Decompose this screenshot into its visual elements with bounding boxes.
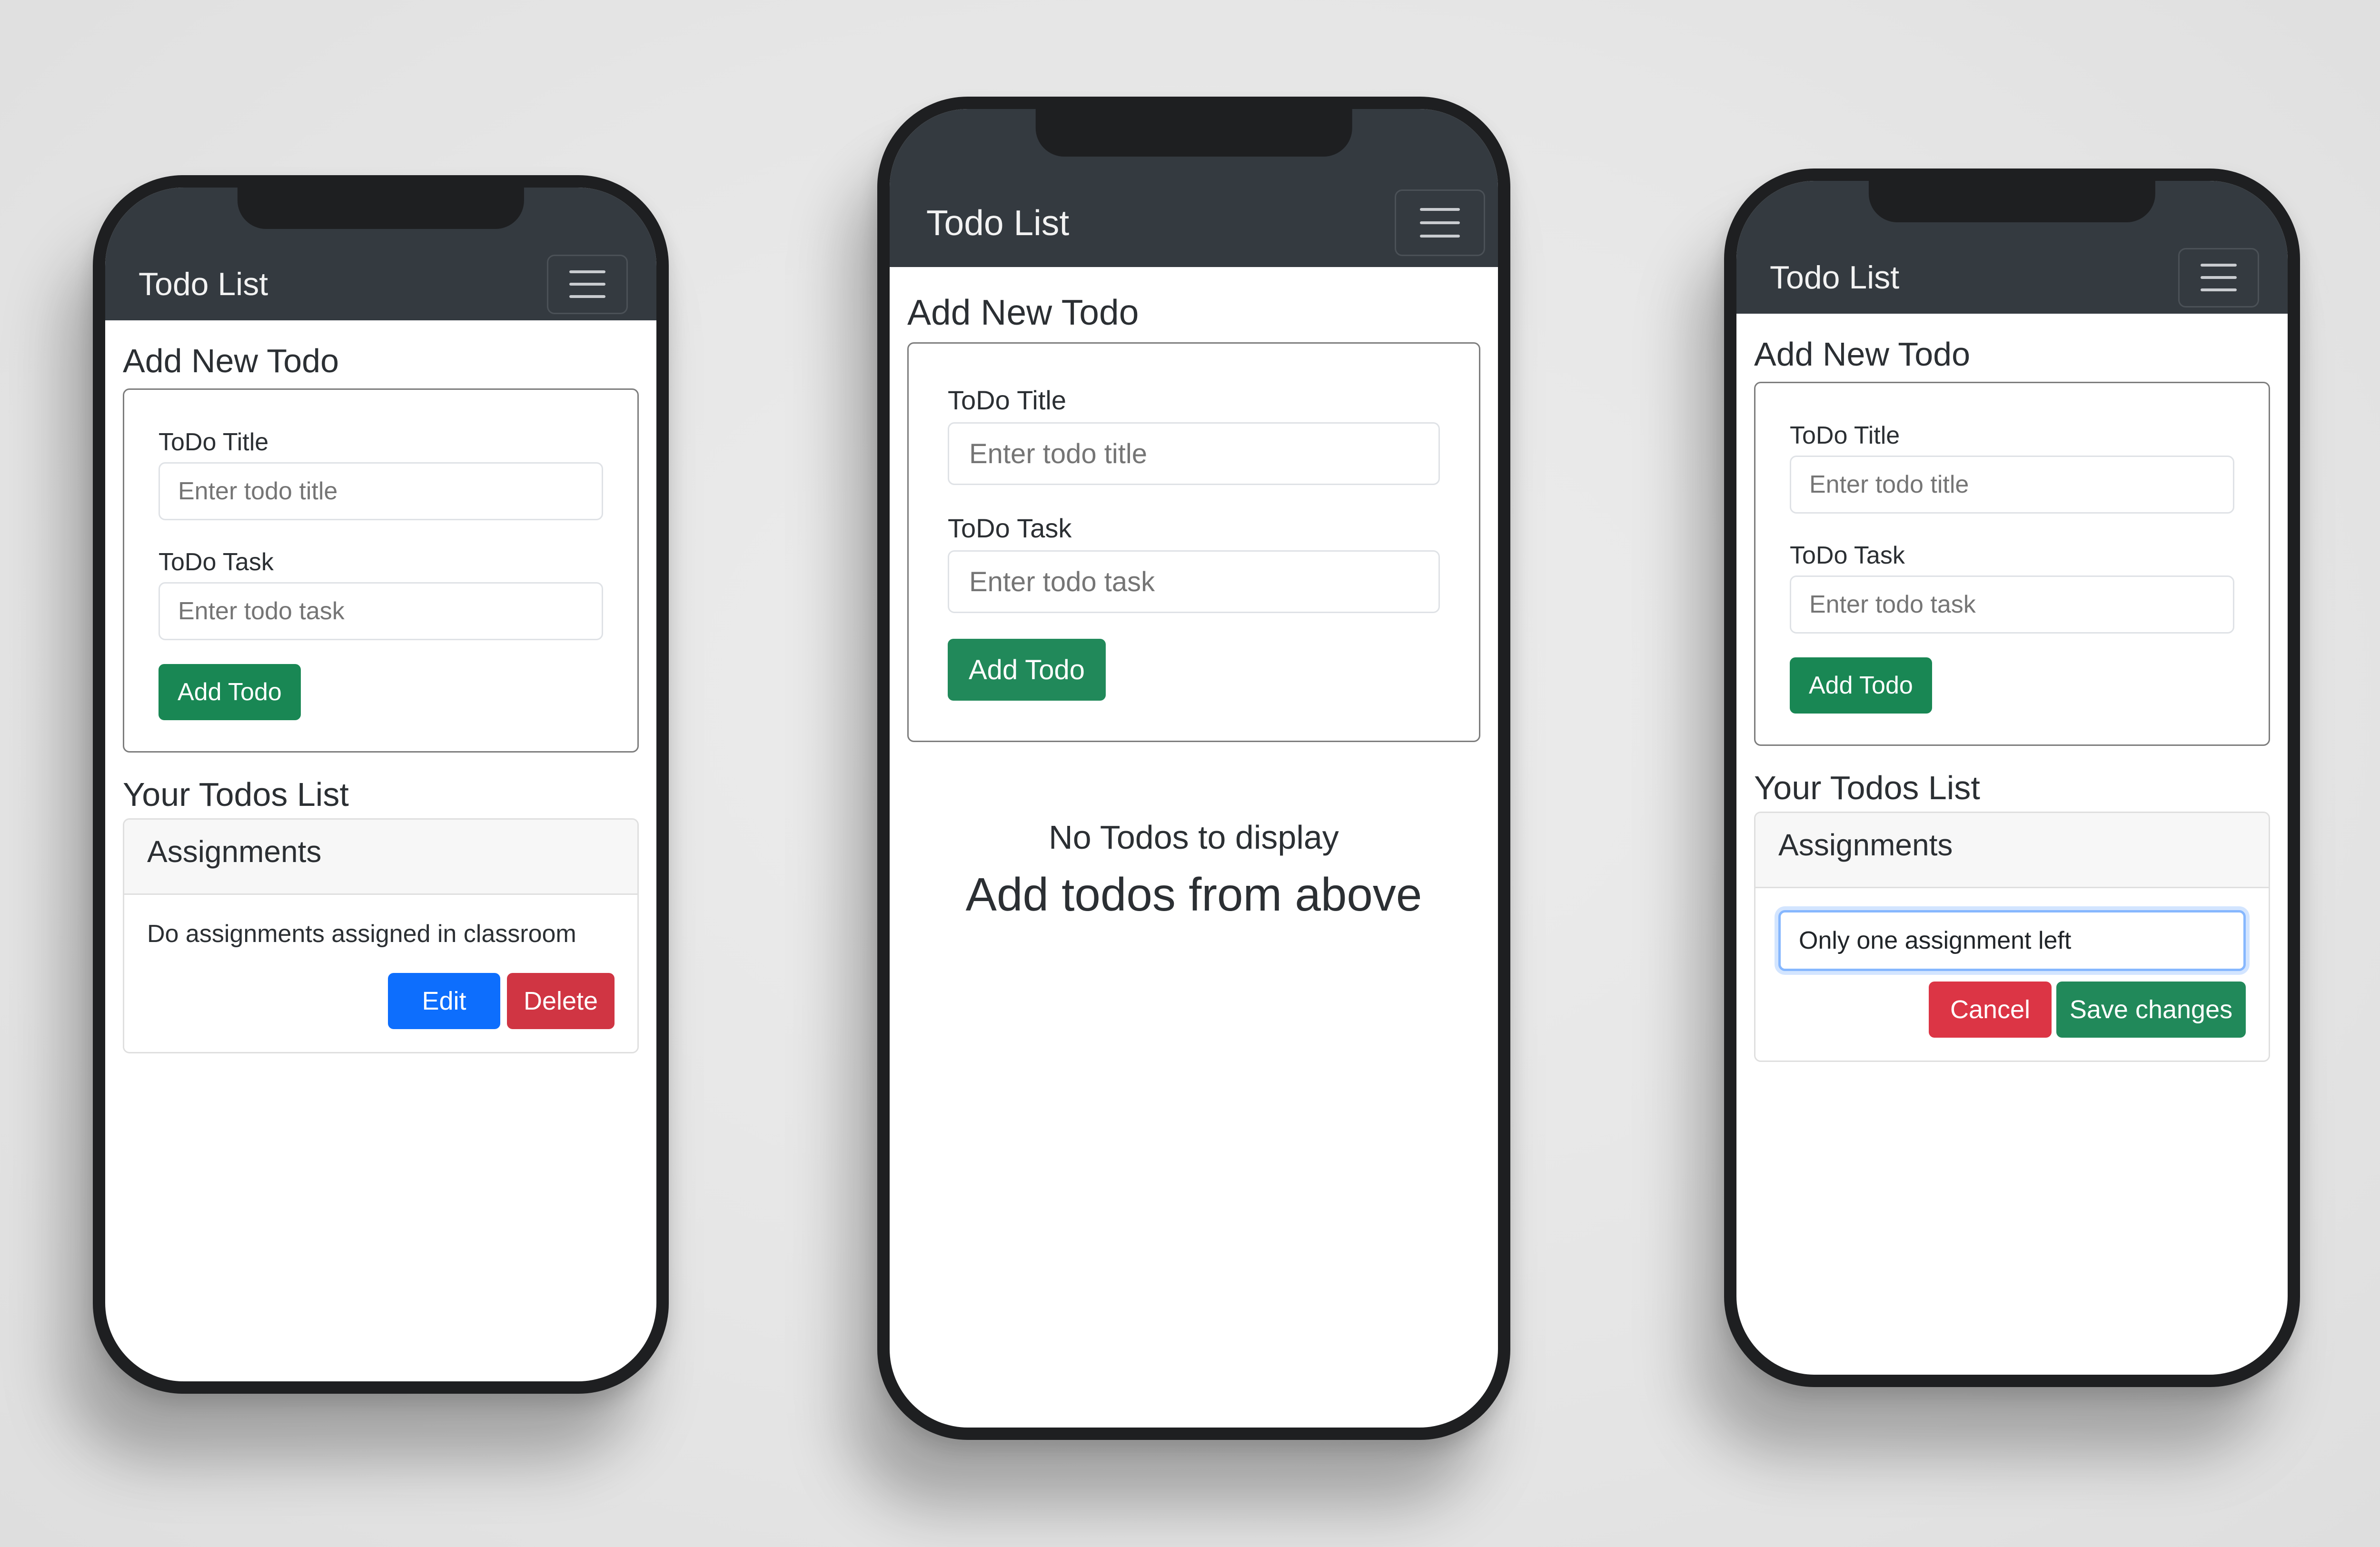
empty-state-hint: Add todos from above — [965, 868, 1422, 921]
navbar-brand[interactable]: Todo List — [926, 202, 1069, 243]
empty-state-message: No Todos to display — [1049, 819, 1339, 856]
hamburger-icon-bar — [2201, 288, 2237, 291]
hamburger-icon — [2201, 264, 2237, 267]
hamburger-icon-bar — [1420, 235, 1460, 238]
phone-right-screen: Todo List Add New Todo ToDo Title ToDo T… — [1736, 181, 2288, 1375]
title-label: ToDo Title — [1790, 422, 1900, 449]
todo-actions: Edit Delete — [147, 973, 615, 1029]
navbar: Todo List — [1736, 241, 2288, 314]
navbar-brand[interactable]: Todo List — [139, 266, 268, 303]
task-input[interactable] — [159, 582, 603, 640]
todo-title: Assignments — [124, 820, 637, 895]
main-content: Add New Todo ToDo Title ToDo Task Add To… — [890, 267, 1498, 922]
task-label: ToDo Task — [948, 513, 1072, 543]
main-content: Add New Todo ToDo Title ToDo Task Add To… — [105, 320, 656, 1053]
add-todo-heading: Add New Todo — [123, 342, 339, 379]
task-input[interactable] — [1790, 575, 2234, 634]
add-todo-heading: Add New Todo — [907, 292, 1139, 332]
add-todo-form: ToDo Title ToDo Task Add Todo — [1754, 382, 2270, 746]
title-input[interactable] — [948, 422, 1440, 485]
navbar: Todo List — [105, 248, 656, 320]
navbar-toggler[interactable] — [1395, 189, 1485, 256]
hamburger-icon-bar — [2201, 276, 2237, 279]
edit-button[interactable]: Edit — [388, 973, 500, 1029]
add-todo-button[interactable]: Add Todo — [948, 639, 1106, 701]
task-input[interactable] — [948, 550, 1440, 613]
title-label: ToDo Title — [159, 428, 269, 456]
todo-task-text: Do assignments assigned in classroom — [147, 920, 576, 948]
phone-notch — [1868, 181, 2156, 222]
add-todo-form: ToDo Title ToDo Task Add Todo — [907, 342, 1480, 742]
hamburger-icon-bar — [569, 295, 605, 298]
edit-actions: Cancel Save changes — [1778, 982, 2246, 1038]
status-bar — [1736, 181, 2288, 241]
phone-left: Todo List Add New Todo ToDo Title ToDo T… — [93, 175, 669, 1394]
navbar-brand[interactable]: Todo List — [1770, 259, 1899, 296]
todo-card: Assignments Cancel Save changes — [1754, 812, 2270, 1062]
add-todo-button[interactable]: Add Todo — [159, 664, 301, 720]
hamburger-icon-bar — [1420, 221, 1460, 224]
todo-edit-body: Cancel Save changes — [1755, 888, 2269, 1061]
navbar-toggler[interactable] — [547, 254, 628, 314]
task-label: ToDo Task — [1790, 542, 1905, 569]
phone-left-screen: Todo List Add New Todo ToDo Title ToDo T… — [105, 188, 656, 1381]
todos-list-heading: Your Todos List — [123, 776, 349, 813]
todo-body: Do assignments assigned in classroom Edi… — [124, 895, 637, 1052]
phone-notch — [237, 188, 525, 229]
navbar: Todo List — [890, 178, 1498, 267]
navbar-toggler[interactable] — [2178, 248, 2259, 307]
title-input[interactable] — [159, 462, 603, 520]
phone-right: Todo List Add New Todo ToDo Title ToDo T… — [1724, 169, 2300, 1387]
hamburger-icon-bar — [569, 283, 605, 286]
empty-state: No Todos to display Add todos from above — [907, 818, 1480, 922]
title-input[interactable] — [1790, 456, 2234, 514]
phone-center: Todo List Add New Todo ToDo Title ToDo T… — [877, 97, 1510, 1440]
status-bar — [890, 109, 1498, 178]
add-todo-form: ToDo Title ToDo Task Add Todo — [123, 388, 639, 753]
todo-card: Assignments Do assignments assigned in c… — [123, 818, 639, 1053]
main-content: Add New Todo ToDo Title ToDo Task Add To… — [1736, 314, 2288, 1062]
edit-task-input[interactable] — [1778, 910, 2246, 971]
status-bar — [105, 188, 656, 248]
delete-button[interactable]: Delete — [507, 973, 615, 1029]
todos-list-heading: Your Todos List — [1754, 769, 1980, 806]
add-todo-button[interactable]: Add Todo — [1790, 657, 1932, 714]
phone-notch — [1035, 109, 1352, 157]
task-label: ToDo Task — [159, 548, 274, 576]
hamburger-icon — [569, 270, 605, 273]
add-todo-heading: Add New Todo — [1754, 336, 1971, 373]
save-changes-button[interactable]: Save changes — [2056, 982, 2246, 1038]
cancel-button[interactable]: Cancel — [1929, 982, 2052, 1038]
todo-title: Assignments — [1755, 813, 2269, 888]
title-label: ToDo Title — [948, 385, 1066, 415]
hamburger-icon — [1420, 208, 1460, 211]
phone-center-screen: Todo List Add New Todo ToDo Title ToDo T… — [890, 109, 1498, 1428]
